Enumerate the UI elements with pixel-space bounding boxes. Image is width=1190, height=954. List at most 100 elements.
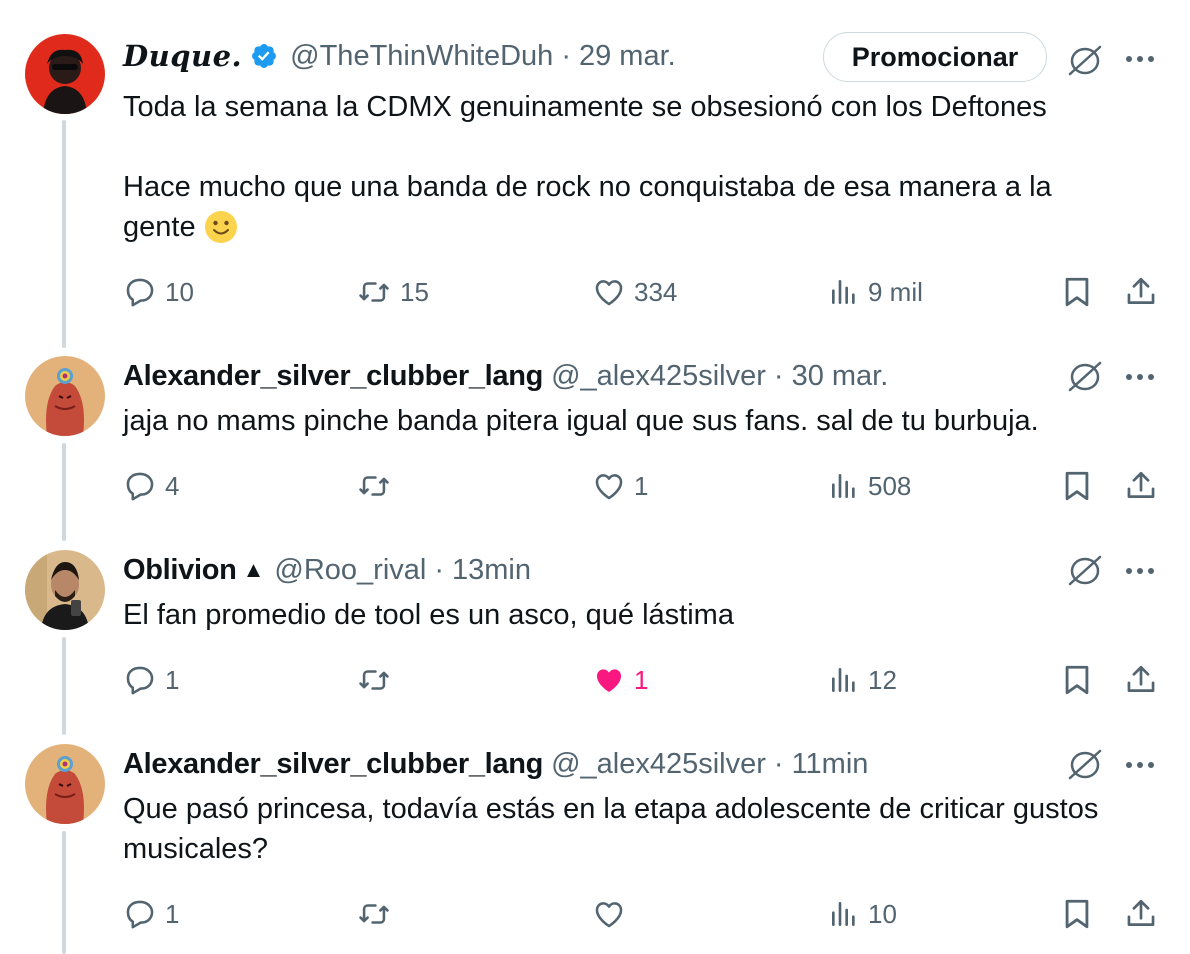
like-button[interactable] [592,894,626,934]
user-handle[interactable]: @_alex425silver [551,748,766,781]
timestamp[interactable]: 11min [792,748,869,781]
reply-button[interactable]: 4 [123,466,179,506]
views-button[interactable]: 10 [828,894,897,934]
tweet-text-line: gente [123,207,1168,247]
promote-button[interactable]: Promocionar [823,32,1047,82]
retweet-button[interactable] [356,660,392,700]
views-icon [832,668,855,692]
share-icon [1127,471,1155,498]
more-icon[interactable] [1124,758,1156,776]
tweet-text-line [123,127,1168,167]
tweet: Alexander_silver_clubber_lang @_alex425s… [0,340,1190,540]
like-icon [595,280,623,306]
bookmark-icon [1065,277,1089,307]
bookmark-button[interactable] [1062,894,1092,934]
like-count: 1 [634,664,649,695]
tweet-text-line: Hace mucho que una banda de rock no conq… [123,171,1052,203]
reply-button[interactable]: 1 [123,660,179,700]
share-button[interactable] [1124,272,1158,312]
display-name[interactable]: Alexander_silver_clubber_lang [123,748,543,781]
avatar[interactable] [25,34,105,114]
tweet-text-line: musicales? [123,833,269,865]
retweet-button[interactable] [356,466,392,506]
tweet-actions: 1 10 [0,894,1190,934]
views-button[interactable]: 508 [828,466,911,506]
display-name[interactable]: Oblivion [123,554,237,587]
grok-icon[interactable] [1067,748,1103,785]
bookmark-icon [1065,665,1089,695]
like-count: 334 [634,276,678,307]
reply-button[interactable]: 10 [123,272,194,312]
user-handle[interactable]: @_alex425silver [551,360,766,393]
like-button[interactable]: 1 [592,660,648,700]
views-count: 9 mil [868,276,923,307]
display-name[interactable]: Alexander_silver_clubber_lang [123,360,543,393]
tweet-text: Que pasó princesa, todavía estás en la e… [123,789,1168,869]
more-icon[interactable] [1124,52,1156,70]
tweet: Duque. @TheThinWhiteDuh · 29 mar. Promoc… [0,0,1190,340]
tweet-actions: 4 1 508 [0,466,1190,506]
reply-count: 10 [165,276,194,307]
bookmark-icon [1065,471,1089,501]
tweet-header: Alexander_silver_clubber_lang @_alex425s… [123,356,888,396]
grok-icon[interactable] [1067,360,1103,397]
more-icon[interactable] [1124,370,1156,388]
retweet-icon [359,904,389,924]
bookmark-button[interactable] [1062,660,1092,700]
avatar[interactable] [25,550,105,630]
tweet-text: Toda la semana la CDMX genuinamente se o… [123,87,1168,247]
like-button[interactable]: 334 [592,272,677,312]
tweet-text-line: Que pasó princesa, todavía estás en la e… [123,793,1099,825]
reply-count: 1 [165,664,180,695]
tweet-header: Alexander_silver_clubber_lang @_alex425s… [123,744,868,784]
tweet-text-line: Toda la semana la CDMX genuinamente se o… [123,91,1047,123]
retweet-button[interactable]: 15 [356,272,429,312]
avatar[interactable] [25,744,105,824]
like-icon-filled [596,669,622,693]
tweet-text-word: gente [123,211,196,243]
grok-icon[interactable] [1067,554,1103,591]
views-count: 12 [868,664,897,695]
like-button[interactable]: 1 [592,466,648,506]
separator-dot: · [773,359,784,392]
views-button[interactable]: 12 [828,660,897,700]
reply-count: 1 [165,898,180,929]
bookmark-button[interactable] [1062,272,1092,312]
avatar[interactable] [25,356,105,436]
views-icon [832,474,855,498]
views-button[interactable]: 9 mil [828,272,923,312]
timestamp[interactable]: 30 mar. [792,360,889,393]
separator-dot: · [561,39,571,72]
tweet-text: jaja no mams pinche banda pitera igual q… [123,401,1168,441]
retweet-button[interactable] [356,894,392,934]
tweet-text-line: jaja no mams pinche banda pitera igual q… [123,405,1039,437]
views-count: 10 [868,898,897,929]
reply-icon [126,900,154,929]
retweet-icon [359,670,389,690]
like-count: 1 [634,470,649,501]
tweet-text: El fan promedio de tool es un asco, qué … [123,595,1168,635]
timestamp[interactable]: 13min [452,554,531,587]
separator-dot: · [773,747,784,780]
grok-icon[interactable] [1067,44,1103,81]
display-name[interactable]: Duque. [123,39,242,73]
tweet-actions: 1 1 12 [0,660,1190,700]
share-icon [1127,277,1155,304]
views-count: 508 [868,470,912,501]
retweet-icon [359,476,389,496]
user-handle[interactable]: @TheThinWhiteDuh [290,40,553,73]
reply-button[interactable]: 1 [123,894,179,934]
reply-count: 4 [165,470,180,501]
share-button[interactable] [1124,660,1158,700]
more-icon[interactable] [1124,564,1156,582]
share-button[interactable] [1124,894,1158,934]
user-handle[interactable]: @Roo_rival [274,554,426,587]
tweet-header: Oblivion ▲ @Roo_rival · 13min [123,550,531,590]
timestamp[interactable]: 29 mar. [579,40,676,73]
share-button[interactable] [1124,466,1158,506]
smile-emoji-icon [204,210,238,244]
separator-dot: · [434,553,445,586]
views-icon [832,902,855,926]
like-icon [595,474,623,500]
bookmark-button[interactable] [1062,466,1092,506]
